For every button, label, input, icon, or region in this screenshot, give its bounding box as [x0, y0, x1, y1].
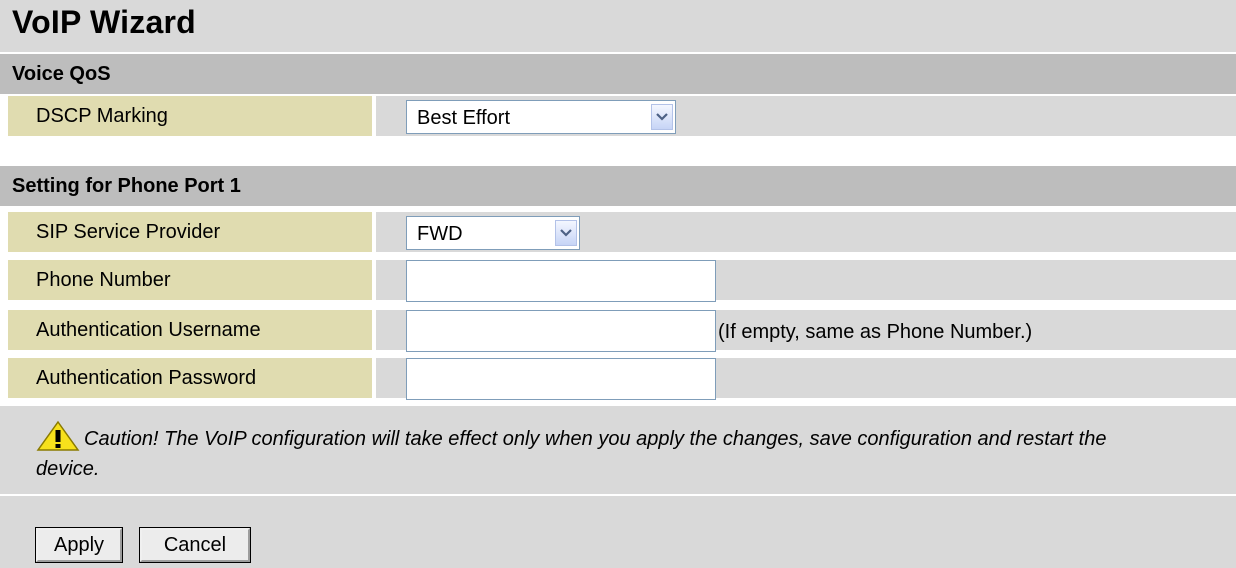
apply-button[interactable]: Apply — [35, 527, 123, 563]
auth-pass-value-cell — [376, 358, 1236, 400]
button-bar: Apply Cancel — [0, 496, 1236, 568]
row-dscp-marking: DSCP Marking Best Effort — [0, 94, 1236, 138]
chevron-down-icon[interactable] — [651, 104, 673, 130]
section-voice-qos-label: Voice QoS — [12, 63, 111, 85]
section-phone-port-1: Setting for Phone Port 1 — [0, 166, 1236, 206]
sip-provider-select[interactable]: FWD — [406, 216, 580, 250]
section-voice-qos: Voice QoS — [0, 54, 1236, 94]
dscp-value-cell: Best Effort — [376, 96, 1236, 136]
auth-username-hint: (If empty, same as Phone Number.) — [718, 321, 1033, 343]
auth-pass-label-cell: Authentication Password — [8, 358, 372, 398]
sip-selected-value: FWD — [417, 223, 463, 245]
auth-username-label: Authentication Username — [36, 319, 261, 341]
sip-value-cell: FWD — [376, 212, 1236, 252]
cancel-button[interactable]: Cancel — [139, 527, 251, 563]
auth-password-input[interactable] — [406, 358, 716, 400]
auth-user-value-cell: (If empty, same as Phone Number.) — [376, 310, 1236, 352]
caution-text: Caution! The VoIP configuration will tak… — [36, 428, 1107, 480]
caution-panel: Caution! The VoIP configuration will tak… — [0, 406, 1236, 494]
sip-provider-label: SIP Service Provider — [36, 221, 221, 243]
auth-username-input[interactable] — [406, 310, 716, 352]
dscp-selected-value: Best Effort — [417, 107, 511, 129]
phone-value-cell — [376, 260, 1236, 302]
auth-password-label: Authentication Password — [36, 367, 257, 389]
row-auth-username: Authentication Username (If empty, same … — [0, 308, 1236, 352]
auth-user-label-cell: Authentication Username — [8, 310, 372, 350]
voip-wizard-page: VoIP Wizard Voice QoS DSCP Marking Best … — [0, 0, 1236, 568]
row-phone-number: Phone Number — [0, 258, 1236, 302]
chevron-down-icon[interactable] — [555, 220, 577, 246]
row-sip-provider: SIP Service Provider FWD — [0, 210, 1236, 254]
row-auth-password: Authentication Password — [0, 356, 1236, 400]
section-phone-port-label: Setting for Phone Port 1 — [12, 175, 241, 197]
page-title: VoIP Wizard — [12, 4, 196, 40]
phone-number-label: Phone Number — [36, 269, 171, 291]
dscp-label: DSCP Marking — [36, 105, 168, 127]
title-bar: VoIP Wizard — [0, 0, 1236, 52]
sip-label-cell: SIP Service Provider — [8, 212, 372, 252]
dscp-label-cell: DSCP Marking — [8, 96, 372, 136]
dscp-marking-select[interactable]: Best Effort — [406, 100, 676, 134]
phone-number-input[interactable] — [406, 260, 716, 302]
phone-label-cell: Phone Number — [8, 260, 372, 300]
